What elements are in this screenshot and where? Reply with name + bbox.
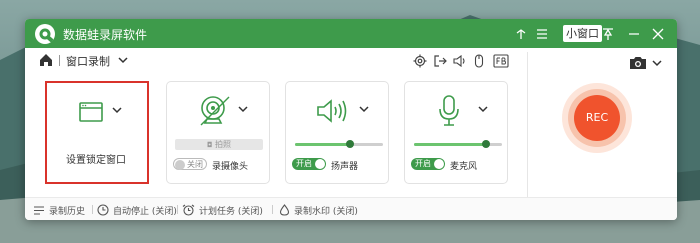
toggle-knob: [315, 159, 325, 169]
app-logo-icon: [35, 24, 55, 44]
toggle-knob: [175, 160, 185, 170]
webcam-card: ◘ 拍照 关闭 录摄像头: [166, 81, 270, 184]
microphone-card: 开启 麦克风: [404, 81, 508, 184]
chevron-down-icon[interactable]: [111, 104, 123, 116]
footer-bar: 录制历史 自动停止 (关闭) 计划任务 (关闭) 录制水印 (关闭): [25, 197, 677, 220]
divider: [527, 52, 528, 197]
speaker-toggle[interactable]: 开启: [292, 158, 326, 170]
settings-icon[interactable]: [413, 54, 427, 68]
snapshot-label: 拍照: [215, 140, 232, 149]
record-mode-label[interactable]: 窗口录制: [66, 53, 110, 69]
mini-window-button[interactable]: 小窗口: [563, 25, 602, 42]
mic-name: 麦克风: [450, 162, 478, 172]
toggle-label: 开启: [415, 159, 431, 168]
mode-bar: 窗口录制: [25, 48, 525, 72]
record-history-label: 录制历史: [49, 206, 86, 217]
divider: [272, 205, 273, 214]
clock-icon: [97, 204, 109, 216]
divider: [59, 55, 60, 66]
chevron-down-icon[interactable]: [477, 103, 489, 115]
home-icon[interactable]: [38, 52, 54, 68]
chevron-down-icon[interactable]: [237, 103, 249, 115]
fb-icon[interactable]: [493, 54, 509, 68]
microphone-icon: [439, 95, 459, 126]
mouse-icon[interactable]: [472, 54, 486, 68]
record-button[interactable]: REC: [574, 95, 620, 141]
speaker-volume-icon: [317, 99, 347, 123]
auto-stop-button[interactable]: 自动停止 (关闭): [97, 203, 177, 217]
recorder-window: 数据蛙录屏软件 小窗口 窗口录制 设置锁定窗口 ◘ 拍照 关闭 录摄像头 开启 …: [25, 19, 677, 220]
water-drop-icon: [279, 204, 290, 216]
slider-fill: [414, 143, 486, 146]
rec-button-halo: REC: [562, 83, 632, 153]
chevron-down-icon[interactable]: [358, 103, 370, 115]
toggle-label: 开启: [296, 159, 312, 168]
speaker-card: 开启 扬声器: [285, 81, 389, 184]
list-icon: [34, 205, 44, 215]
toggle-knob: [434, 159, 444, 169]
alarm-clock-icon: [182, 204, 195, 216]
webcam-icon: [200, 96, 230, 126]
watermark-button[interactable]: 录制水印 (关闭): [279, 203, 358, 217]
toggle-label: 关闭: [187, 160, 203, 169]
slider-handle[interactable]: [482, 140, 490, 148]
webcam-name: 录摄像头: [212, 162, 249, 172]
close-icon[interactable]: [649, 25, 666, 42]
chevron-down-icon[interactable]: [117, 54, 129, 66]
snapshot-button[interactable]: ◘ 拍照: [175, 139, 263, 150]
auto-stop-label: 自动停止 (关闭): [113, 206, 177, 217]
lock-window-label[interactable]: 设置锁定窗口: [66, 151, 126, 166]
camera-icon: ◘: [206, 141, 213, 149]
schedule-task-button[interactable]: 计划任务 (关闭): [182, 203, 263, 217]
window-select-card[interactable]: 设置锁定窗口: [45, 81, 149, 184]
record-history-button[interactable]: 录制历史: [33, 203, 85, 217]
divider: [177, 205, 178, 214]
speaker-name: 扬声器: [331, 162, 359, 172]
menu-icon[interactable]: [533, 25, 550, 42]
watermark-label: 录制水印 (关闭): [294, 206, 358, 217]
slider-handle[interactable]: [346, 140, 354, 148]
chevron-down-icon[interactable]: [651, 57, 663, 69]
title-bar: 数据蛙录屏软件 小窗口: [25, 19, 677, 48]
mic-toggle[interactable]: 开启: [411, 158, 445, 170]
export-icon[interactable]: [433, 54, 447, 68]
app-title: 数据蛙录屏软件: [63, 28, 148, 42]
divider: [92, 205, 93, 214]
mic-volume-slider[interactable]: [414, 140, 502, 148]
webcam-toggle[interactable]: 关闭: [173, 158, 207, 170]
schedule-task-label: 计划任务 (关闭): [199, 206, 263, 217]
screenshot-camera-icon[interactable]: [629, 55, 647, 71]
window-icon: [79, 102, 103, 122]
restore-icon[interactable]: [512, 25, 529, 42]
slider-fill: [295, 143, 350, 146]
speaker-icon[interactable]: [453, 54, 467, 68]
pin-icon[interactable]: [599, 25, 616, 42]
speaker-volume-slider[interactable]: [295, 140, 383, 148]
minimize-icon[interactable]: [625, 25, 642, 42]
